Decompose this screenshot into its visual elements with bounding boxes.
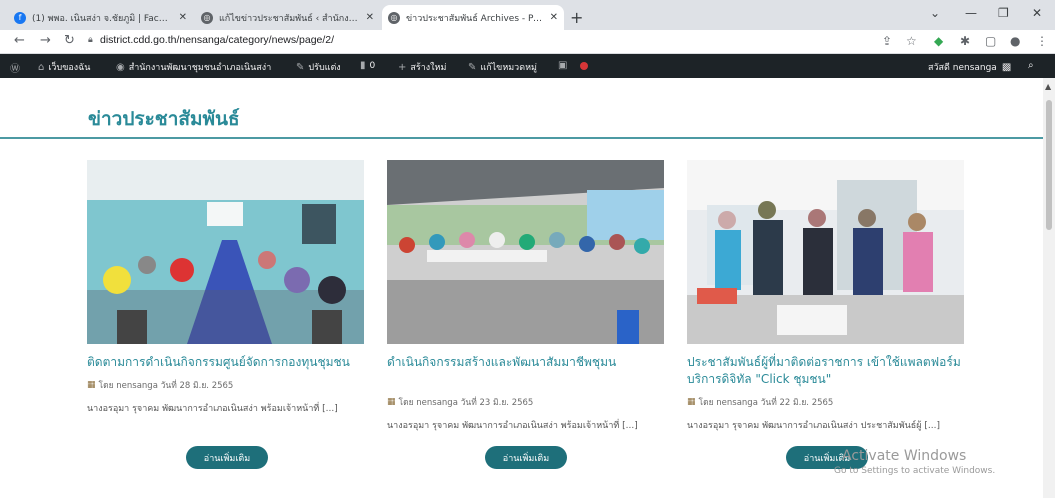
record-dot-icon — [580, 62, 588, 70]
browser-tab-edit[interactable]: ◎ แก้ไขข่าวประชาสัมพันธ์ ‹ สำนักงานพัฒ ✕ — [195, 5, 380, 30]
back-icon[interactable]: ← — [14, 33, 25, 48]
post-meta: ▦ โดย nensanga วันที่ 28 มิ.ย. 2565 — [87, 378, 367, 392]
post-excerpt: นางอรอุมา รุจาคม พัฒนาการอำเภอเนินสง่า พ… — [87, 404, 338, 414]
post-card: ดำเนินกิจกรรมสร้างและพัฒนาสัมมาชีพชุมน ▦… — [387, 160, 667, 432]
title-divider — [0, 137, 1043, 139]
wp-site-name-label: สำนักงานพัฒนาชุมชนอำเภอเนินสง่า — [128, 63, 272, 73]
page-scrollbar[interactable]: ▲ — [1043, 78, 1055, 498]
home-icon: ⌂ — [38, 61, 45, 73]
bookmark-star-icon[interactable]: ☆ — [906, 34, 917, 48]
share-icon[interactable]: ⇪ — [882, 34, 892, 48]
calendar-icon: ▦ — [687, 397, 696, 407]
close-icon[interactable]: ✕ — [366, 12, 374, 23]
wp-my-sites-label: เว็บของฉัน — [48, 63, 91, 73]
wordpress-logo-icon[interactable]: Ⓦ — [10, 60, 24, 75]
read-more-button[interactable]: อ่านเพิ่มเติม — [485, 446, 567, 469]
post-card: ประชาสัมพันธ์ผู้ที่มาติดต่อราชการ เข้าใช… — [687, 160, 967, 432]
globe-icon: ◎ — [201, 11, 213, 24]
wp-new-content[interactable]: + สร้างใหม่ — [398, 60, 446, 74]
wp-new-content-label: สร้างใหม่ — [410, 63, 447, 73]
menu-dots-icon[interactable]: ⋮ — [1036, 34, 1048, 48]
scrollbar-thumb[interactable] — [1046, 100, 1052, 230]
search-icon[interactable]: ⌕ — [1028, 60, 1038, 71]
wp-customize-label: ปรับแต่ง — [308, 63, 341, 73]
activate-windows-watermark: Activate Windows Go to Settings to activ… — [834, 448, 995, 476]
facebook-icon: f — [14, 11, 26, 24]
url-field[interactable]: district.cdd.go.th/nensanga/category/new… — [100, 34, 334, 46]
watermark-title: Activate Windows — [842, 448, 967, 464]
brush-icon: ✎ — [296, 61, 305, 73]
post-meta-text: โดย nensanga วันที่ 23 มิ.ย. 2565 — [398, 398, 534, 408]
close-icon[interactable]: ✕ — [179, 12, 187, 23]
wp-account[interactable]: สวัสดี nensanga ▩ — [928, 60, 1015, 74]
post-meta-text: โดย nensanga วันที่ 22 มิ.ย. 2565 — [698, 398, 834, 408]
post-meta-text: โดย nensanga วันที่ 28 มิ.ย. 2565 — [98, 381, 234, 391]
watermark-subtitle: Go to Settings to activate Windows. — [834, 466, 996, 476]
post-excerpt: นางอรอุมา รุจาคม พัฒนาการอำเภอเนินสง่า ป… — [687, 421, 941, 431]
page-title: ข่าวประชาสัมพันธ์ — [88, 108, 240, 130]
extension-icon[interactable]: ◆ — [934, 34, 943, 48]
address-bar-row: ← → ↻ 🔒︎ district.cdd.go.th/nensanga/cat… — [0, 30, 1055, 54]
calendar-icon: ▦ — [387, 397, 396, 407]
post-card: ติดตามการดำเนินกิจกรรมศูนย์จัดการกองทุนช… — [87, 160, 367, 415]
post-title-link[interactable]: ดำเนินกิจกรรมสร้างและพัฒนาสัมมาชีพชุมน — [387, 354, 667, 371]
wp-customize[interactable]: ✎ ปรับแต่ง — [296, 60, 341, 74]
browser-tab-archives[interactable]: ◎ ข่าวประชาสัมพันธ์ Archives - Page 2 ✕ — [382, 5, 564, 30]
browser-tab-strip: f (1) พพอ. เนินสง่า จ.ชัยภูมิ | Facebook… — [0, 0, 1055, 30]
wp-edit-category[interactable]: ✎ แก้ไขหมวดหมู่ — [468, 60, 537, 74]
tab-label: ข่าวประชาสัมพันธ์ Archives - Page 2 — [406, 13, 544, 24]
wp-site-name[interactable]: ◉ สำนักงานพัฒนาชุมชนอำเภอเนินสง่า — [116, 60, 271, 74]
dashboard-icon: ◉ — [116, 61, 125, 73]
calendar-icon: ▦ — [87, 380, 96, 390]
puzzle-icon[interactable]: ✱ — [960, 34, 970, 48]
post-title-link[interactable]: ติดตามการดำเนินกิจกรรมศูนย์จัดการกองทุนช… — [87, 354, 367, 371]
read-more-button[interactable]: อ่านเพิ่มเติม — [186, 446, 268, 469]
wp-my-sites[interactable]: ⌂ เว็บของฉัน — [38, 60, 90, 74]
post-excerpt: นางอรอุมา รุจาคม พัฒนาการอำเภอเนินสง่า พ… — [387, 421, 638, 431]
wp-comments[interactable]: ▮ 0 — [360, 60, 375, 71]
reload-icon[interactable]: ↻ — [64, 33, 75, 48]
post-thumbnail[interactable] — [687, 160, 964, 344]
pencil-icon: ✎ — [468, 61, 477, 73]
forward-icon[interactable]: → — [40, 33, 51, 48]
chevron-down-icon[interactable]: ⌄ — [930, 6, 940, 20]
sidepanel-icon[interactable]: ▢ — [985, 34, 996, 48]
tab-label: (1) พพอ. เนินสง่า จ.ชัยภูมิ | Facebook — [32, 13, 173, 24]
globe-icon: ◎ — [388, 11, 400, 24]
avatar: ▩ — [1001, 61, 1012, 73]
wp-comments-count: 0 — [369, 60, 376, 71]
scroll-up-icon[interactable]: ▲ — [1045, 82, 1051, 91]
new-tab-button[interactable]: + — [570, 8, 583, 27]
minimize-icon[interactable]: — — [965, 6, 977, 20]
comment-icon: ▮ — [360, 60, 366, 71]
close-icon[interactable]: ✕ — [550, 12, 558, 23]
post-title-link[interactable]: ประชาสัมพันธ์ผู้ที่มาติดต่อราชการ เข้าใช… — [687, 354, 967, 388]
tab-label: แก้ไขข่าวประชาสัมพันธ์ ‹ สำนักงานพัฒ — [219, 13, 360, 24]
browser-tab-facebook[interactable]: f (1) พพอ. เนินสง่า จ.ชัยภูมิ | Facebook… — [8, 5, 193, 30]
post-thumbnail[interactable] — [87, 160, 364, 344]
wp-edit-category-label: แก้ไขหมวดหมู่ — [480, 63, 537, 73]
post-meta: ▦ โดย nensanga วันที่ 22 มิ.ย. 2565 — [687, 395, 967, 409]
profile-icon[interactable]: ● — [1010, 34, 1020, 48]
wp-plugin-icon[interactable]: ▣ — [558, 60, 571, 71]
plus-icon: + — [398, 61, 407, 73]
lock-icon[interactable]: 🔒︎ — [88, 35, 93, 45]
post-meta: ▦ โดย nensanga วันที่ 23 มิ.ย. 2565 — [387, 395, 667, 409]
wp-admin-bar: Ⓦ ⌂ เว็บของฉัน ◉ สำนักงานพัฒนาชุมชนอำเภอ… — [0, 54, 1055, 78]
close-window-icon[interactable]: ✕ — [1032, 6, 1042, 20]
post-thumbnail[interactable] — [387, 160, 664, 344]
restore-icon[interactable]: ❐ — [998, 6, 1009, 20]
wp-greeting: สวัสดี nensanga — [928, 63, 997, 73]
